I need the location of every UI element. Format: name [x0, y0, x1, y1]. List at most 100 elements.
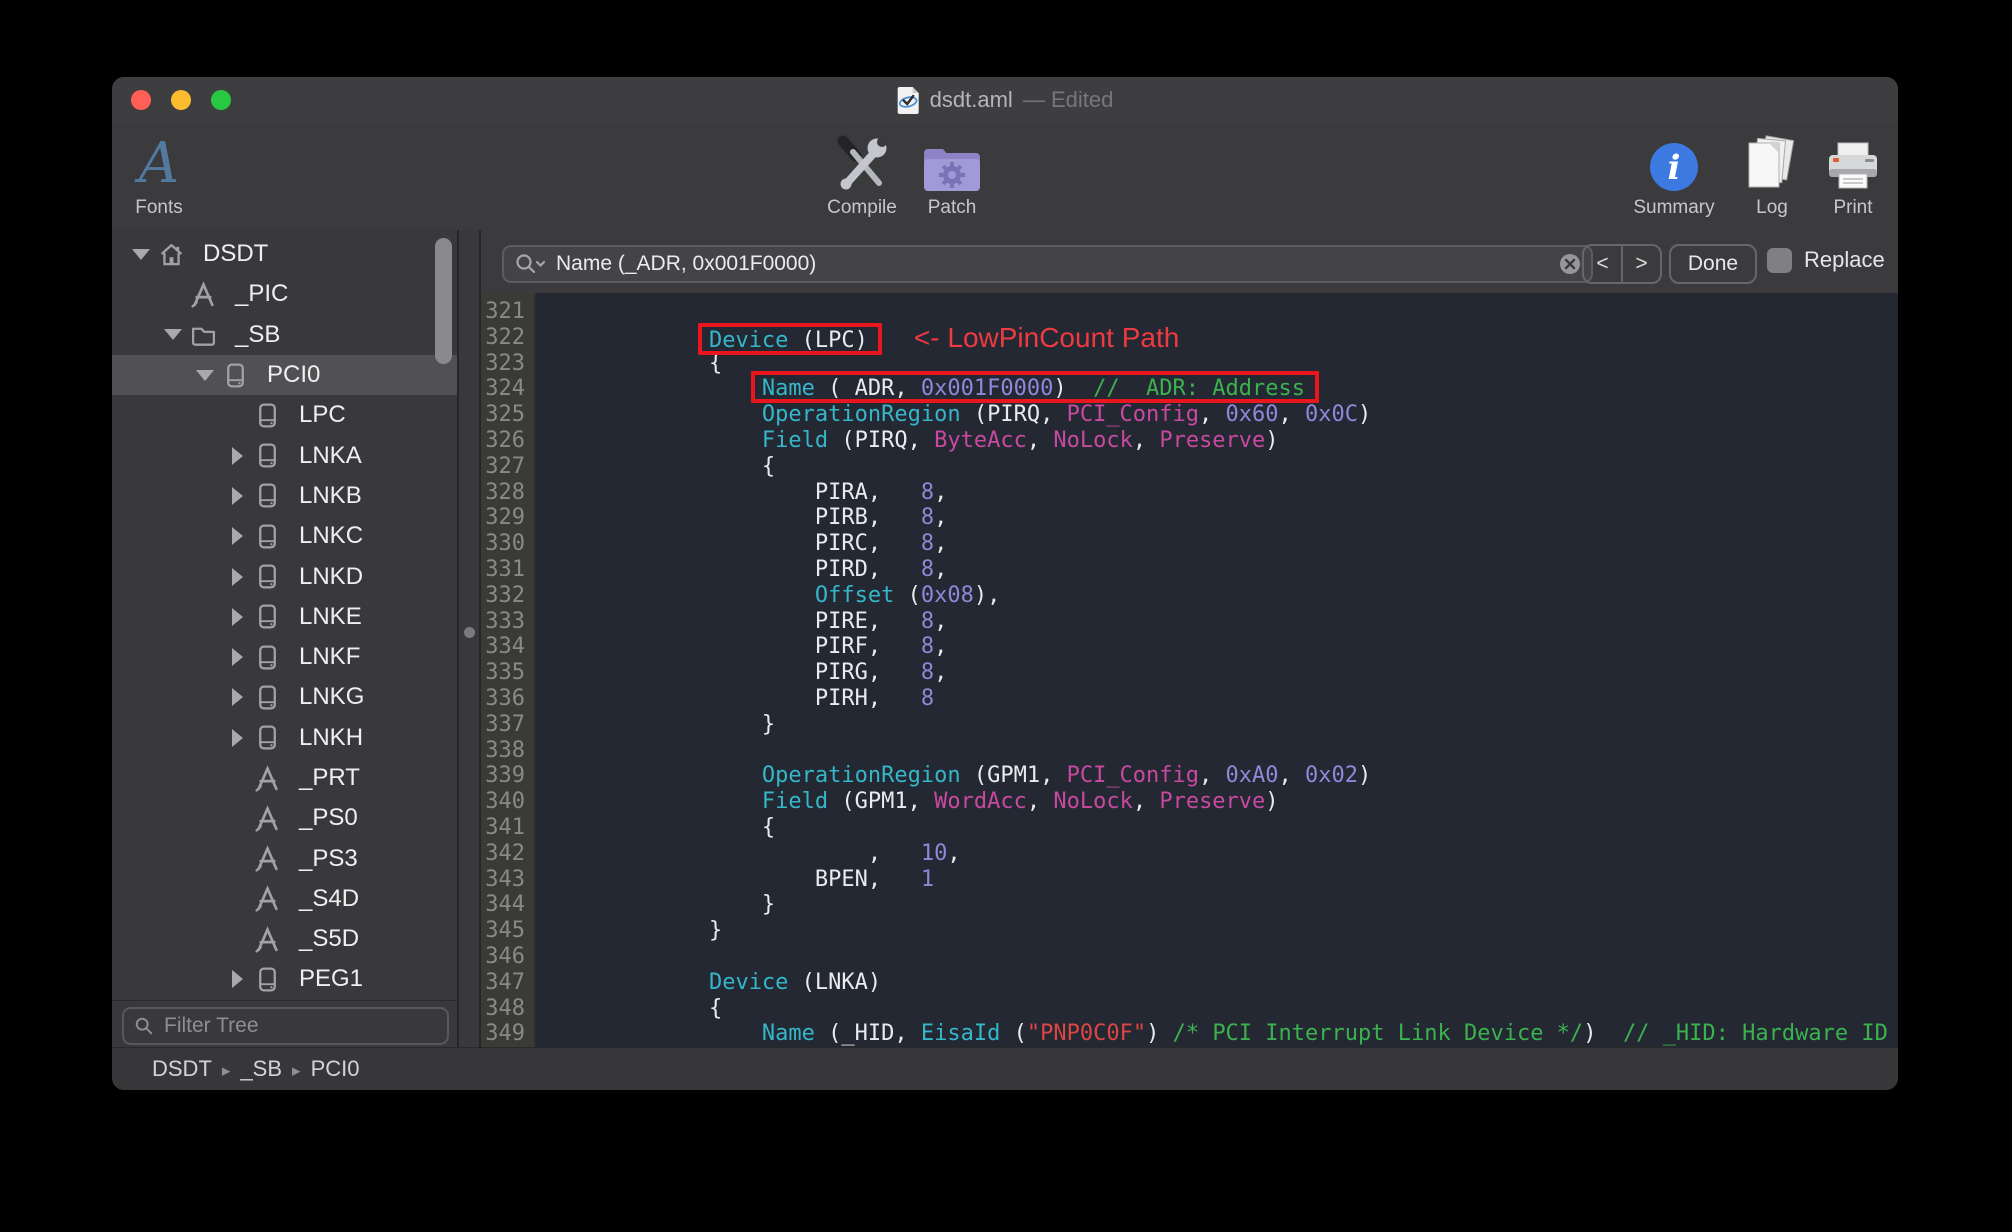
breadcrumb-item-pci0[interactable]: PCI0: [311, 1056, 360, 1081]
code-area[interactable]: 321 322 323 324 325 326 327 328 329 330 331 332 333 3…: [481, 293, 1898, 1048]
disclosure-open-icon[interactable]: [125, 248, 157, 260]
fonts-label: Fonts: [135, 197, 183, 218]
line-number: 333: [485, 608, 525, 634]
disclosure-closed-icon[interactable]: [221, 486, 253, 505]
disclosure-closed-icon[interactable]: [221, 567, 253, 586]
disclosure-closed-icon[interactable]: [221, 688, 253, 707]
tree-row-lnke[interactable]: LNKE: [112, 597, 457, 637]
find-previous-button[interactable]: <: [1584, 246, 1623, 282]
tree-row-_s5d[interactable]: _S5D: [112, 919, 457, 959]
tree-label: LNKB: [299, 481, 362, 509]
find-field[interactable]: [502, 245, 1593, 283]
tree-row-lpc[interactable]: LPC: [112, 395, 457, 435]
tree-row-lnkc[interactable]: LNKC: [112, 516, 457, 556]
disclosure-closed-icon[interactable]: [221, 970, 253, 989]
code-token: ,: [934, 634, 948, 660]
tree-row-_prt[interactable]: _PRT: [112, 758, 457, 798]
tree-row-lnkg[interactable]: LNKG: [112, 677, 457, 717]
tree-row-lnkb[interactable]: LNKB: [112, 476, 457, 516]
find-next-button[interactable]: >: [1623, 246, 1660, 282]
code-token: {: [550, 453, 776, 479]
tree-row-dsdt[interactable]: DSDT: [112, 234, 441, 274]
code-token: 0x0C: [1305, 402, 1358, 428]
line-number: 322: [485, 324, 525, 350]
code-token: ,: [1278, 763, 1306, 789]
code-text[interactable]: Device (LPC) <- LowPinCount Path { Name (…: [538, 293, 1898, 1048]
method-icon: [253, 845, 281, 873]
done-button[interactable]: Done: [1669, 244, 1757, 284]
line-number: 327: [485, 453, 525, 479]
code-token: 0x001F0000: [920, 376, 1054, 402]
disclosure-open-icon[interactable]: [189, 369, 221, 381]
line-number: 335: [485, 660, 525, 686]
code-line: PIRH, 8: [550, 686, 1898, 712]
search-menu-icon[interactable]: [514, 252, 546, 276]
code-token: OperationRegion: [761, 763, 961, 789]
replace-checkbox[interactable]: [1767, 248, 1792, 273]
tree-row-lnka[interactable]: LNKA: [112, 435, 457, 475]
code-token: OperationRegion: [761, 402, 961, 428]
close-window-button[interactable]: [131, 90, 151, 110]
filter-tree-field[interactable]: [122, 1007, 449, 1045]
tree-label: _S5D: [299, 925, 360, 953]
disclosure-closed-icon[interactable]: [221, 527, 253, 546]
fonts-icon: A: [138, 131, 180, 196]
sidebar-scrollbar-thumb[interactable]: [435, 238, 452, 364]
patch-button[interactable]: Patch: [897, 131, 1007, 219]
disclosure-closed-icon[interactable]: [221, 648, 253, 667]
tree-label: _PS0: [299, 804, 358, 832]
tree-row-_pic[interactable]: _PIC: [112, 274, 457, 314]
fonts-button[interactable]: A Fonts: [112, 131, 214, 219]
tree-row-lnkd[interactable]: LNKD: [112, 556, 457, 596]
code-token: ,: [947, 840, 961, 866]
line-number: 341: [485, 814, 525, 840]
splitter-handle-dot[interactable]: [463, 627, 475, 638]
tree-row-lnkf[interactable]: LNKF: [112, 637, 457, 677]
tree-row-pci0[interactable]: PCI0: [112, 354, 457, 396]
tree-label: _PIC: [235, 280, 289, 308]
disclosure-open-icon[interactable]: [157, 329, 189, 341]
print-button[interactable]: Print: [1798, 131, 1898, 219]
tree-row-_ps0[interactable]: _PS0: [112, 798, 457, 838]
minimize-window-button[interactable]: [171, 90, 191, 110]
pane-splitter[interactable]: [457, 230, 481, 1048]
code-token: PIRF,: [550, 634, 921, 660]
title-bar[interactable]: dsdt.aml — Edited: [112, 77, 1898, 123]
code-token: 8: [920, 685, 935, 711]
title-filename: dsdt.aml: [929, 87, 1013, 112]
tree-row-_s4d[interactable]: _S4D: [112, 879, 457, 919]
line-number: 342: [485, 840, 525, 866]
tree-row-peg1[interactable]: PEG1: [112, 959, 457, 999]
clear-search-icon[interactable]: [1559, 253, 1581, 275]
line-number: 326: [485, 427, 525, 453]
tree-row-_sb[interactable]: _SB: [112, 315, 457, 355]
sidebar: DSDT _PIC _SB PCI0 LPC LNKA LNKB LNKC LNKD LNKE LN…: [112, 230, 457, 1048]
tree-row-lnkh[interactable]: LNKH: [112, 718, 457, 758]
line-number-gutter: 321 322 323 324 325 326 327 328 329 330 331 332 333 3…: [481, 293, 536, 1048]
breadcrumb-item-_sb[interactable]: _SB: [240, 1056, 282, 1081]
find-input[interactable]: [554, 251, 1551, 277]
code-token: }: [550, 892, 776, 918]
code-line: PIRC, 8,: [550, 531, 1898, 557]
summary-button[interactable]: i Summary: [1619, 131, 1729, 219]
disclosure-closed-icon[interactable]: [221, 607, 253, 626]
disclosure-closed-icon[interactable]: [221, 728, 253, 747]
code-line: {: [550, 815, 1898, 841]
code-token: 8: [920, 531, 935, 557]
code-token: 0x60: [1225, 402, 1279, 428]
svg-text:i: i: [1668, 148, 1681, 188]
disclosure-closed-icon[interactable]: [221, 446, 253, 465]
tree-row-_ps3[interactable]: _PS3: [112, 838, 457, 878]
code-token: 8: [920, 479, 935, 505]
replace-label: Replace: [1804, 247, 1885, 272]
code-token: PCI_Config: [1066, 402, 1200, 428]
zoom-window-button[interactable]: [211, 90, 231, 110]
breadcrumb-item-dsdt[interactable]: DSDT: [152, 1056, 212, 1081]
filter-tree-input[interactable]: [162, 1013, 437, 1039]
search-icon: [135, 1017, 153, 1035]
line-number: 343: [485, 866, 525, 892]
